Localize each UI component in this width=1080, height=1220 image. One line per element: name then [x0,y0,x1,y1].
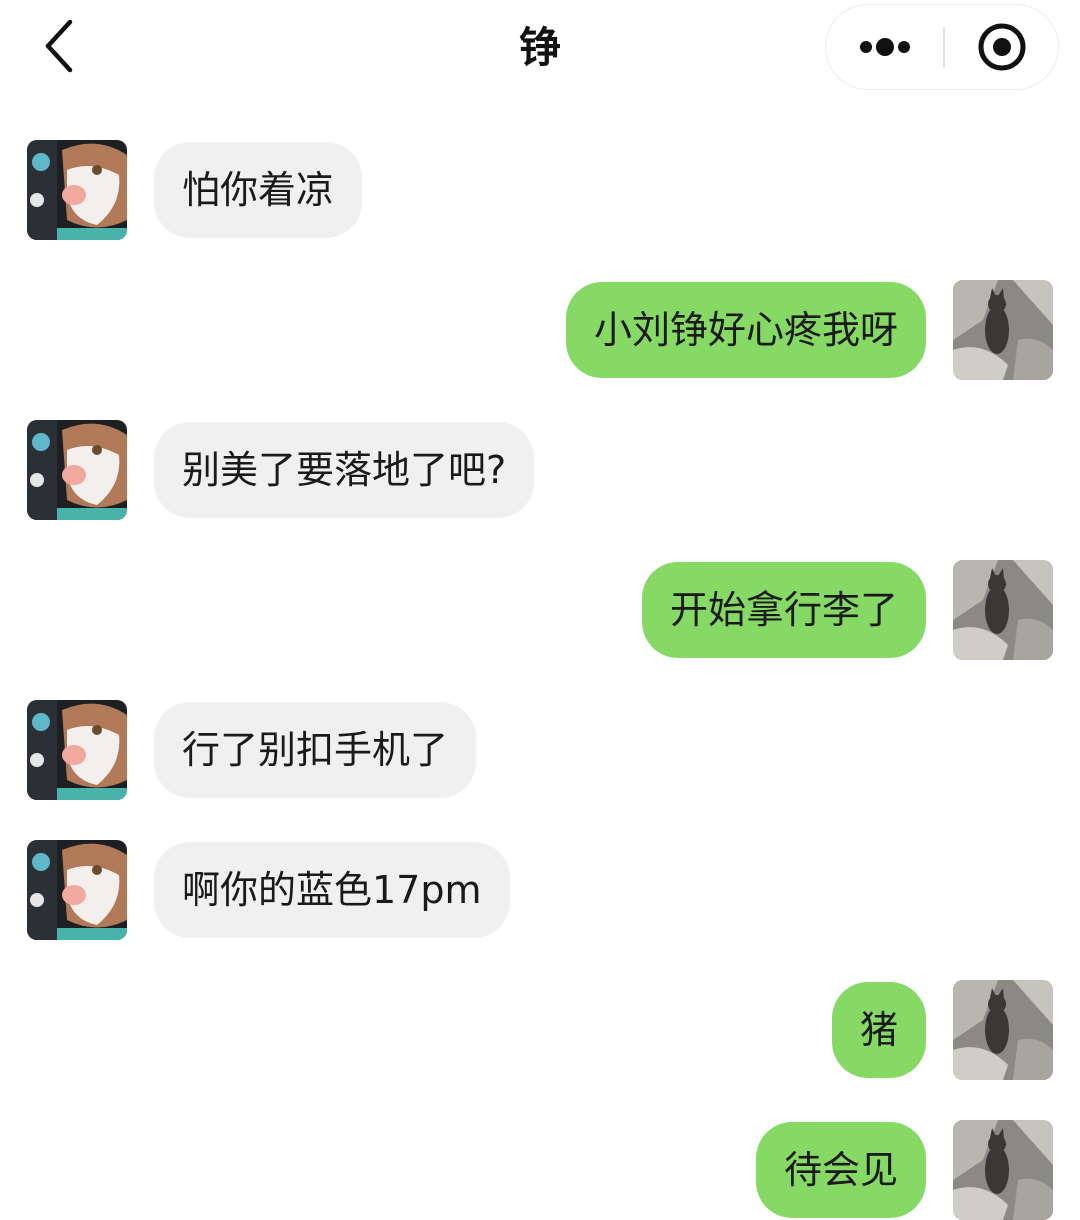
avatar-cat[interactable] [953,980,1053,1080]
avatar-cat[interactable] [953,560,1053,660]
back-button[interactable] [30,14,90,78]
dog-avatar-image [27,140,127,240]
cat-avatar-image [953,280,1053,380]
top-bar: 铮 [0,0,1080,96]
message-bubble-outgoing[interactable]: 猪 [831,982,926,1078]
avatar-cat[interactable] [953,1120,1053,1220]
cat-avatar-image [953,980,1053,1080]
message-row: 行了别扣手机了 [0,700,1080,800]
message-bubble-outgoing[interactable]: 小刘铮好心疼我呀 [565,282,926,378]
message-row: 猪 [0,980,1080,1080]
message-bubble-outgoing[interactable]: 开始拿行李了 [641,562,926,658]
dog-avatar-image [27,840,127,940]
message-bubble-incoming[interactable]: 行了别扣手机了 [154,702,477,798]
message-row: 待会见 [0,1120,1080,1220]
message-bubble-incoming[interactable]: 怕你着凉 [154,142,363,238]
message-bubble-incoming[interactable]: 别美了要落地了吧? [154,422,535,518]
close-button[interactable] [945,5,1058,88]
page-title: 铮 [518,23,561,72]
avatar-dog[interactable] [27,420,127,520]
avatar-dog[interactable] [27,140,127,240]
message-row: 别美了要落地了吧? [0,420,1080,520]
dog-avatar-image [27,420,127,520]
message-bubble-incoming[interactable]: 啊你的蓝色17pm [154,842,510,938]
message-row: 小刘铮好心疼我呀 [0,280,1080,380]
message-row: 啊你的蓝色17pm [0,840,1080,940]
cat-avatar-image [953,1120,1053,1220]
avatar-cat[interactable] [953,280,1053,380]
more-button[interactable] [826,5,943,88]
dog-avatar-image [27,700,127,800]
message-bubble-outgoing[interactable]: 待会见 [755,1122,926,1218]
capsule-menu [825,4,1059,90]
target-close-icon [978,23,1026,71]
avatar-dog[interactable] [27,700,127,800]
chevron-left-icon [45,19,73,73]
more-dots-icon [860,38,910,56]
cat-avatar-image [953,560,1053,660]
message-row: 开始拿行李了 [0,560,1080,660]
avatar-dog[interactable] [27,840,127,940]
message-row: 怕你着凉 [0,140,1080,240]
